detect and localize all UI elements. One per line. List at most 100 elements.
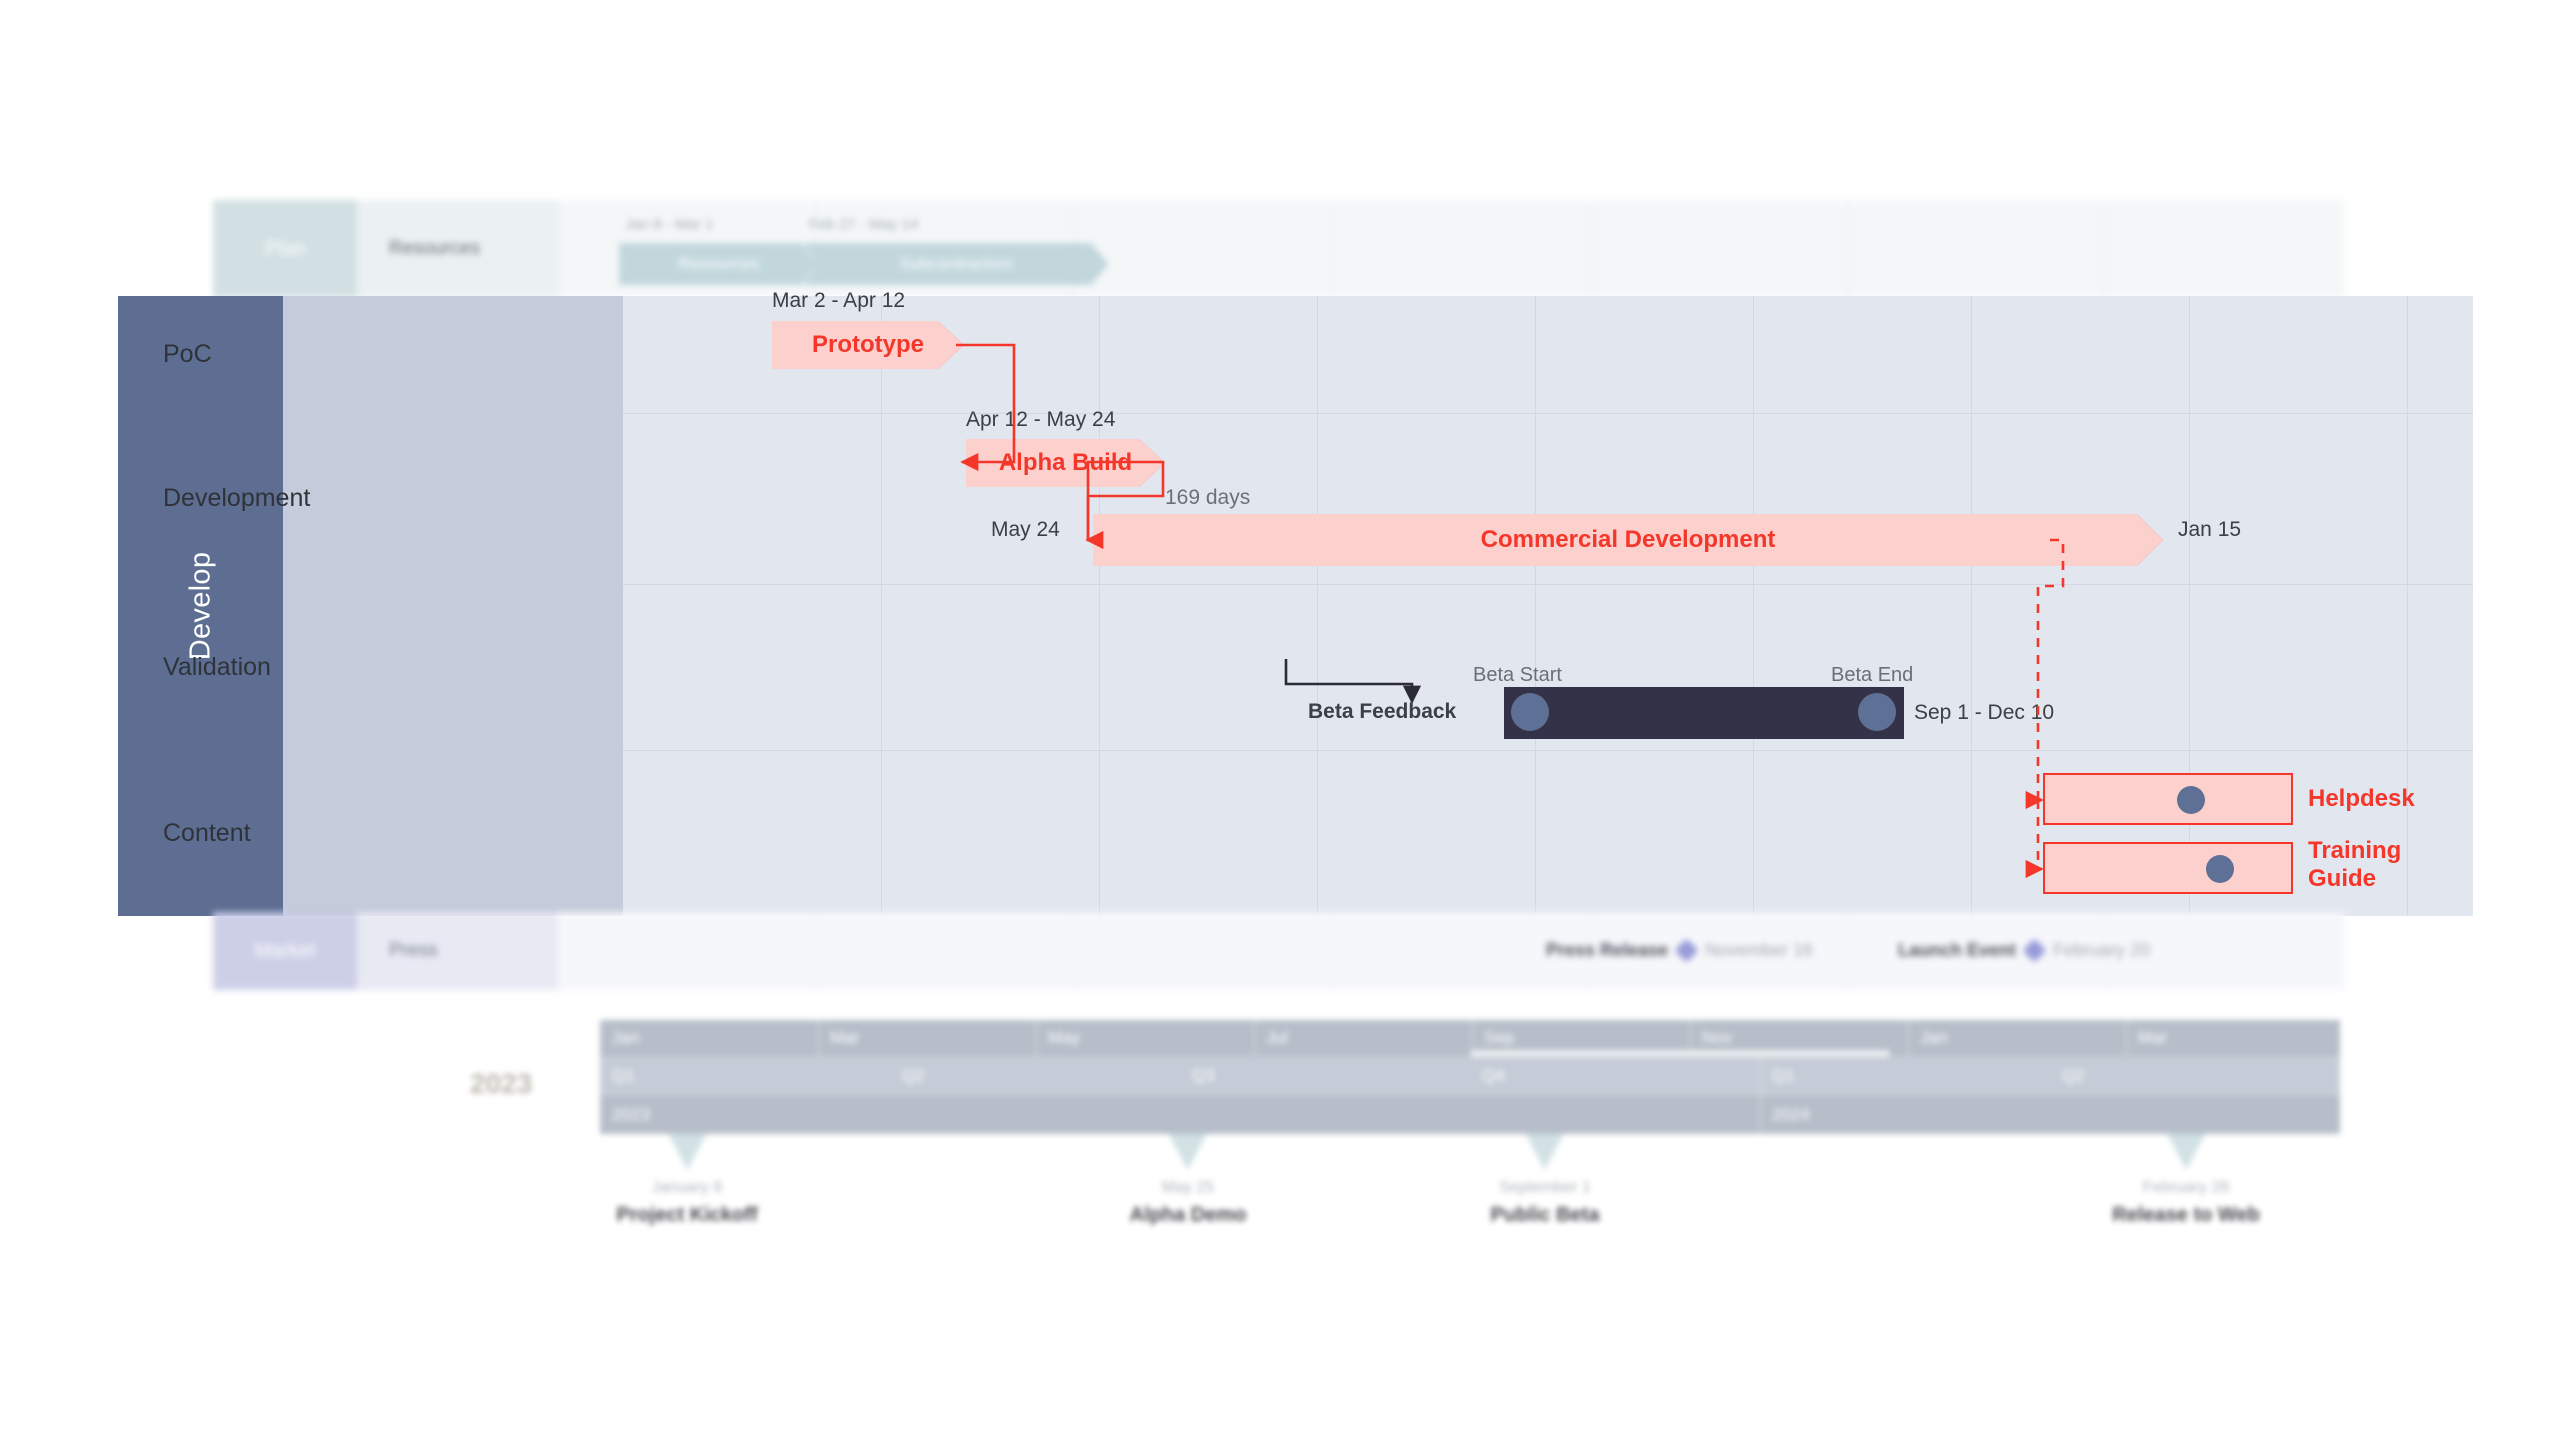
plan-section-strip: Plan Resources Jan 8 - Mar 1 Feb 27 - Ma…: [213, 200, 2345, 298]
row-label-poc[interactable]: PoC: [118, 296, 458, 413]
row-label-validation[interactable]: Validation: [118, 584, 458, 750]
plan-bar-resources[interactable]: Resources: [619, 243, 819, 285]
grid-row-separator: [623, 750, 2473, 751]
timeline-quarter: Q2: [2062, 1066, 2085, 1085]
market-row-label: Press: [357, 912, 557, 990]
alpha-build-bar-label: Alpha Build: [998, 449, 1133, 476]
milestone-date: January 8: [651, 1179, 723, 1196]
milestone-date: February 28: [2142, 1179, 2230, 1196]
task-bar-training-guide[interactable]: [2043, 842, 2293, 894]
plan-grid-line: [1331, 200, 1332, 298]
plan-group-label: Plan: [213, 200, 357, 298]
timeline-milestone-alpha-demo[interactable]: May 25 Alpha Demo: [1129, 1134, 1247, 1227]
timeline-quarter: Q1: [1772, 1066, 1795, 1085]
timeline-year: 2023: [612, 1105, 650, 1124]
press-release-date: November 16: [1705, 940, 1814, 960]
timeline-milestone-project-kickoff[interactable]: January 8 Project Kickoff: [616, 1134, 758, 1227]
prototype-date-label: Mar 2 - Apr 12: [772, 289, 906, 312]
timeline-month: May: [1048, 1028, 1081, 1047]
plan-bar-subcontractors[interactable]: Subcontractors: [803, 243, 1109, 285]
press-release-name: Press Release: [1546, 940, 1669, 960]
helpdesk-marker-dot[interactable]: [2177, 786, 2205, 814]
commercial-bar-label: Commercial Development: [1480, 526, 1776, 553]
market-group-label: Market: [213, 912, 357, 990]
commercial-duration-label: 169 days: [1165, 486, 1251, 509]
timeline-month: Jan: [1920, 1028, 1948, 1047]
grid-column-line: [1753, 296, 1754, 916]
grid-column-line: [1099, 296, 1100, 916]
alpha-build-date-label: Apr 12 - May 24: [966, 408, 1116, 431]
training-guide-label: Training Guide: [2308, 837, 2402, 893]
timeline-month: Mar: [2138, 1028, 2168, 1047]
market-grid-line: [1073, 912, 1074, 990]
grid-column-line: [2407, 296, 2408, 916]
timeline-milestone-public-beta[interactable]: September 1 Public Beta: [1490, 1134, 1600, 1227]
grid-row-separator: [623, 413, 2473, 414]
timeline-month: Jul: [1266, 1028, 1288, 1047]
market-grid-line: [557, 912, 558, 990]
training-guide-marker-dot[interactable]: [2206, 855, 2234, 883]
timeline-quarter: Q2: [902, 1066, 925, 1085]
develop-gantt-grid: Develop PoC Development Validation Conte…: [118, 289, 2473, 916]
plan-bar-date-subcontractors: Feb 27 - May 14: [809, 216, 919, 233]
task-bar-beta-feedback[interactable]: [1504, 687, 1904, 739]
commercial-end-label: Jan 15: [2178, 518, 2242, 541]
market-section-strip: Market Press Press Release November 16 L…: [213, 912, 2345, 990]
milestone-triangle-icon: [668, 1134, 706, 1170]
timeline-quarter-row: Q1 Q2 Q3 Q4 Q1 Q2: [600, 1056, 2340, 1096]
market-milestone-press-release[interactable]: Press Release November 16: [1546, 938, 1814, 963]
timeline-quarter: Q3: [1192, 1066, 1215, 1085]
milestone-date: September 1: [1499, 1179, 1591, 1196]
timeline-axis: 2023 2024 Jan Mar May Jul Sep Nov Jan Ma…: [460, 1020, 2340, 1226]
beta-start-marker-label: Beta Start: [1473, 664, 1562, 686]
beta-feedback-name-label: Beta Feedback: [1308, 700, 1457, 723]
task-bar-prototype[interactable]: Prototype: [772, 321, 964, 369]
timeline-year: 2024: [1772, 1105, 1810, 1124]
beta-start-marker-dot[interactable]: [1511, 693, 1549, 731]
plan-grid-line: [1589, 200, 1590, 298]
helpdesk-label: Helpdesk: [2308, 785, 2415, 812]
timeline-quarter: Q1: [612, 1066, 635, 1085]
plan-grid-line: [1847, 200, 1848, 298]
milestone-name: Public Beta: [1490, 1204, 1600, 1226]
row-label-development[interactable]: Development: [118, 413, 458, 584]
beta-end-marker-dot[interactable]: [1858, 693, 1896, 731]
grid-column-line: [1535, 296, 1536, 916]
launch-event-date: February 20: [2053, 940, 2151, 960]
grid-row-separator: [623, 584, 2473, 585]
commercial-start-label: May 24: [991, 518, 1060, 541]
diamond-icon: [1674, 938, 1699, 963]
market-grid-line: [1847, 912, 1848, 990]
launch-event-name: Launch Event: [1898, 940, 2017, 960]
market-grid-line: [1331, 912, 1332, 990]
plan-row-label: Resources: [357, 200, 557, 298]
grid-column-line: [1971, 296, 1972, 916]
task-bar-helpdesk[interactable]: [2043, 773, 2293, 825]
plan-bar-date-resources: Jan 8 - Mar 1: [625, 216, 714, 233]
grid-column-line: [881, 296, 882, 916]
milestone-date: May 25: [1161, 1179, 1215, 1196]
timeline-progress-bar[interactable]: [1470, 1050, 1890, 1057]
milestone-name: Release to Web: [2112, 1204, 2260, 1226]
timeline-left-year: 2023: [470, 1068, 533, 1099]
timeline-milestone-release-to-web[interactable]: February 28 Release to Web: [2112, 1134, 2260, 1227]
prototype-bar-label: Prototype: [811, 331, 924, 358]
beta-feedback-date-label: Sep 1 - Dec 10: [1914, 701, 2055, 724]
market-milestone-launch-event[interactable]: Launch Event February 20: [1898, 938, 2151, 963]
row-label-content[interactable]: Content: [118, 750, 458, 916]
market-grid-line: [815, 912, 816, 990]
timeline-quarter: Q4: [1482, 1066, 1505, 1085]
milestone-triangle-icon: [1525, 1134, 1564, 1170]
timeline-year-row: 2023 2024: [600, 1096, 2340, 1134]
diamond-icon: [2022, 938, 2047, 963]
task-bar-commercial-development[interactable]: Commercial Development: [1093, 514, 2163, 566]
timeline-month: Jan: [612, 1028, 640, 1047]
timeline-month: Mar: [830, 1028, 860, 1047]
milestone-name: Alpha Demo: [1129, 1204, 1247, 1226]
milestone-name: Project Kickoff: [616, 1204, 758, 1226]
plan-grid-line: [2105, 200, 2106, 298]
task-bar-alpha-build[interactable]: Alpha Build: [966, 439, 1165, 487]
milestone-triangle-icon: [1169, 1134, 1207, 1170]
grid-column-line: [1317, 296, 1318, 916]
beta-end-marker-label: Beta End: [1831, 664, 1914, 686]
